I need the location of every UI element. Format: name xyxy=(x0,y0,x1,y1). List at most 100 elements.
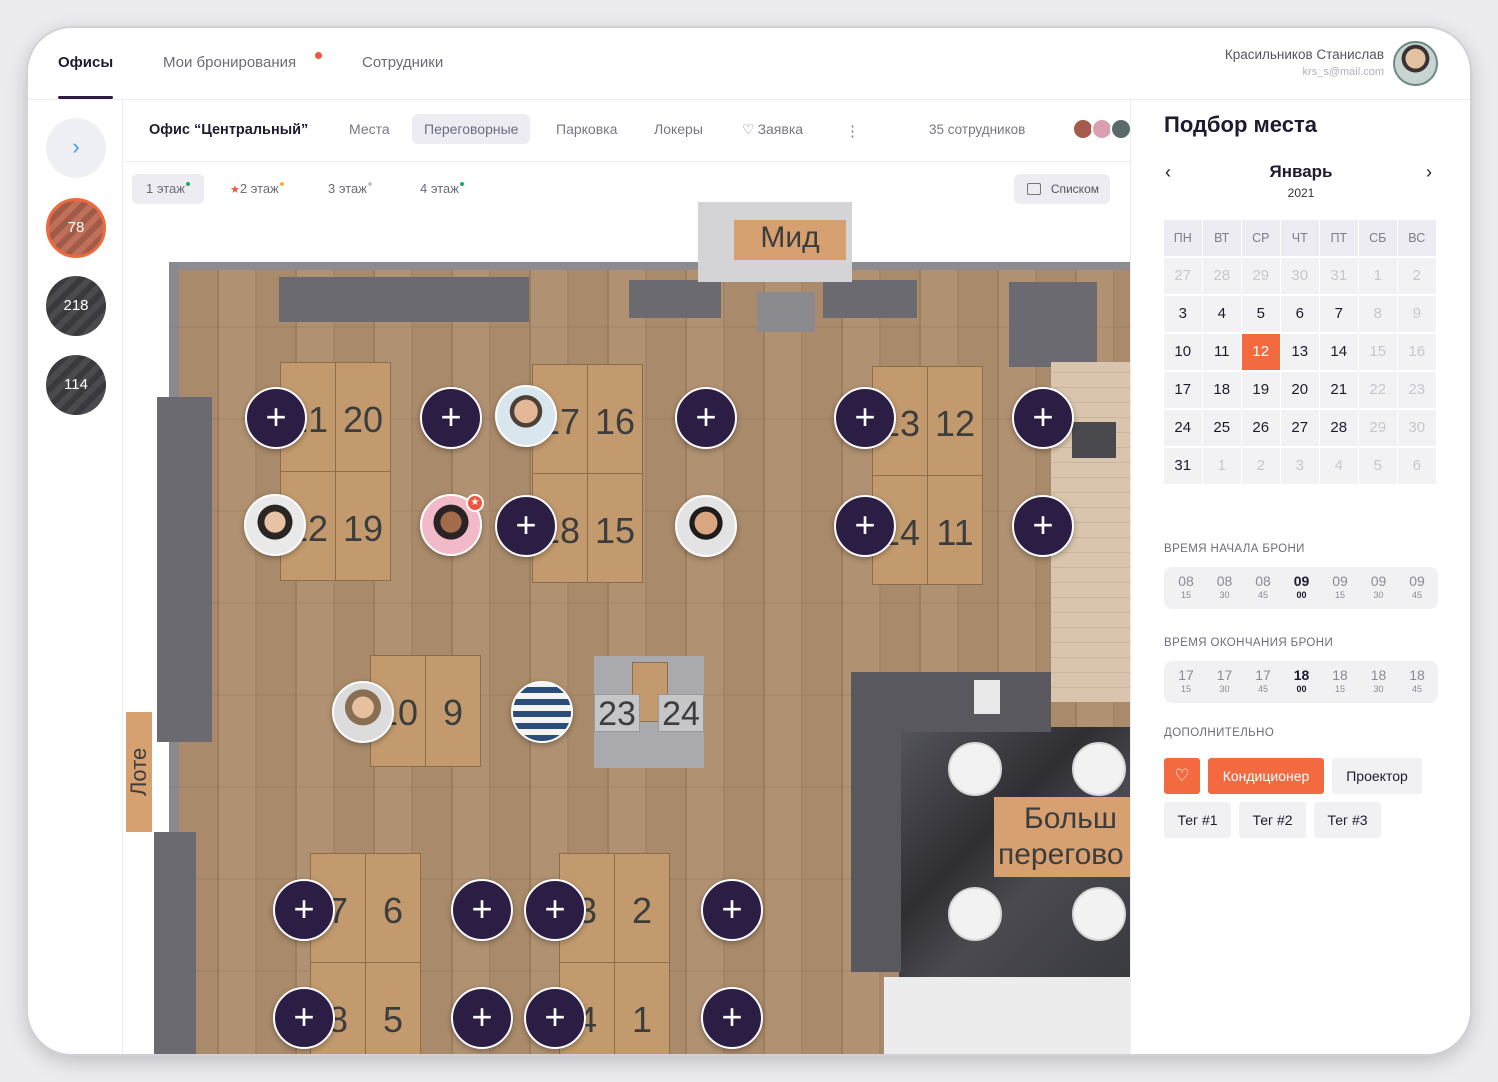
time-slot[interactable]: 09 30 xyxy=(1360,573,1398,601)
floor-tab-3[interactable]: 3 этаж xyxy=(314,174,386,204)
calendar-day[interactable]: 22 xyxy=(1359,372,1397,408)
book-seat-button[interactable]: + xyxy=(1012,387,1074,449)
calendar-day[interactable]: 26 xyxy=(1242,410,1280,446)
desk[interactable]: 15 xyxy=(587,473,643,583)
tab-my-bookings[interactable]: Мои бронирования xyxy=(163,54,296,71)
calendar-day[interactable]: 29 xyxy=(1242,258,1280,294)
employee-avatar[interactable] xyxy=(675,495,737,557)
calendar-day[interactable]: 31 xyxy=(1164,448,1202,484)
time-slot[interactable]: 18 45 xyxy=(1398,667,1436,695)
calendar-day[interactable]: 3 xyxy=(1164,296,1202,332)
desk[interactable]: 5 xyxy=(365,962,421,1054)
calendar-day[interactable]: 30 xyxy=(1281,258,1319,294)
calendar-day[interactable]: 5 xyxy=(1242,296,1280,332)
desk[interactable]: 16 xyxy=(587,364,643,474)
avatar[interactable] xyxy=(1393,41,1438,86)
time-slot[interactable]: 09 45 xyxy=(1398,573,1436,601)
employee-avatar[interactable] xyxy=(332,681,394,743)
chip-tag-2[interactable]: Тег #2 xyxy=(1239,802,1306,838)
tab-seats[interactable]: Места xyxy=(337,114,402,144)
desk[interactable]: 1 xyxy=(614,962,670,1054)
calendar-day[interactable]: 6 xyxy=(1398,448,1436,484)
calendar-day[interactable]: 27 xyxy=(1164,258,1202,294)
tab-request[interactable]: ♡ Заявка xyxy=(730,114,815,144)
calendar-day[interactable]: 27 xyxy=(1281,410,1319,446)
calendar-day[interactable]: 16 xyxy=(1398,334,1436,370)
desk[interactable]: 2 xyxy=(614,853,670,963)
book-seat-button[interactable]: + xyxy=(675,387,737,449)
book-seat-button[interactable]: + xyxy=(245,387,307,449)
calendar-day[interactable]: 8 xyxy=(1359,296,1397,332)
chevron-right-icon[interactable]: › xyxy=(1426,162,1432,183)
book-seat-button[interactable]: + xyxy=(273,879,335,941)
calendar-day[interactable]: 9 xyxy=(1398,296,1436,332)
list-view-button[interactable]: Списком xyxy=(1014,174,1110,204)
calendar-day[interactable]: 2 xyxy=(1242,448,1280,484)
calendar-day[interactable]: 28 xyxy=(1320,410,1358,446)
time-slot[interactable]: 17 15 xyxy=(1167,667,1205,695)
calendar-day[interactable]: 4 xyxy=(1320,448,1358,484)
floor-tab-1[interactable]: 1 этаж xyxy=(132,174,204,204)
calendar-day[interactable]: 21 xyxy=(1320,372,1358,408)
floor-tab-4[interactable]: 4 этаж xyxy=(406,174,478,204)
room-badge[interactable]: 218 xyxy=(46,276,106,336)
user-name[interactable]: Красильников Станислав xyxy=(1225,47,1384,62)
room-badge[interactable]: 114 xyxy=(46,355,106,415)
desk[interactable]: 9 xyxy=(425,655,481,767)
book-seat-button[interactable]: + xyxy=(451,879,513,941)
time-slot[interactable]: 17 45 xyxy=(1244,667,1282,695)
calendar-day[interactable]: 29 xyxy=(1359,410,1397,446)
calendar-day[interactable]: 13 xyxy=(1281,334,1319,370)
employee-avatar[interactable] xyxy=(244,494,306,556)
calendar-day[interactable]: 14 xyxy=(1320,334,1358,370)
meeting-room-label[interactable]: Больш перегово xyxy=(994,797,1130,877)
desk[interactable]: 11 xyxy=(927,475,983,585)
time-slot[interactable]: 18 00 xyxy=(1283,667,1321,695)
book-seat-button[interactable]: + xyxy=(834,495,896,557)
employee-avatar[interactable] xyxy=(511,681,573,743)
chip-tag-3[interactable]: Тег #3 xyxy=(1314,802,1381,838)
calendar-day[interactable]: 23 xyxy=(1398,372,1436,408)
tab-parking[interactable]: Парковка xyxy=(544,114,629,144)
calendar-day[interactable]: 1 xyxy=(1203,448,1241,484)
calendar-day[interactable]: 28 xyxy=(1203,258,1241,294)
time-slot[interactable]: 08 45 xyxy=(1244,573,1282,601)
calendar-day[interactable]: 3 xyxy=(1281,448,1319,484)
calendar-day[interactable]: 6 xyxy=(1281,296,1319,332)
room-badge[interactable]: 78 xyxy=(46,198,106,258)
calendar-day[interactable]: 20 xyxy=(1281,372,1319,408)
time-slot[interactable]: 09 15 xyxy=(1321,573,1359,601)
chip-tag-1[interactable]: Тег #1 xyxy=(1164,802,1231,838)
time-slot[interactable]: 18 15 xyxy=(1321,667,1359,695)
desk[interactable]: 23 xyxy=(594,694,640,733)
calendar-day[interactable]: 10 xyxy=(1164,334,1202,370)
tab-offices[interactable]: Офисы xyxy=(58,54,113,71)
tab-meeting-rooms[interactable]: Переговорные xyxy=(412,114,531,144)
calendar-day[interactable]: 18 xyxy=(1203,372,1241,408)
calendar-day[interactable]: 24 xyxy=(1164,410,1202,446)
time-slot[interactable]: 08 30 xyxy=(1206,573,1244,601)
book-seat-button[interactable]: + xyxy=(701,879,763,941)
time-slot[interactable]: 08 15 xyxy=(1167,573,1205,601)
tab-lockers[interactable]: Локеры xyxy=(642,114,715,144)
time-slot[interactable]: 17 30 xyxy=(1206,667,1244,695)
staff-count[interactable]: 35 сотрудников xyxy=(929,122,1025,137)
calendar-day[interactable]: 25 xyxy=(1203,410,1241,446)
room-label-left[interactable]: Лоте xyxy=(126,712,152,832)
employee-avatar[interactable] xyxy=(495,385,557,447)
book-seat-button[interactable]: + xyxy=(420,387,482,449)
book-seat-button[interactable]: + xyxy=(451,987,513,1049)
time-slot[interactable]: 09 00 xyxy=(1283,573,1321,601)
desk[interactable]: 12 xyxy=(927,366,983,476)
chip-projector[interactable]: Проектор xyxy=(1332,758,1422,794)
room-label-top[interactable]: Мид xyxy=(734,220,846,260)
employee-avatar[interactable]: ★ xyxy=(420,494,484,556)
tab-employees[interactable]: Сотрудники xyxy=(362,54,443,71)
calendar-day[interactable]: 19 xyxy=(1242,372,1280,408)
calendar-day[interactable]: 4 xyxy=(1203,296,1241,332)
expand-button[interactable]: › xyxy=(46,118,106,178)
calendar-day[interactable]: 7 xyxy=(1320,296,1358,332)
calendar-day[interactable]: 11 xyxy=(1203,334,1241,370)
book-seat-button[interactable]: + xyxy=(1012,495,1074,557)
desk[interactable]: 6 xyxy=(365,853,421,963)
